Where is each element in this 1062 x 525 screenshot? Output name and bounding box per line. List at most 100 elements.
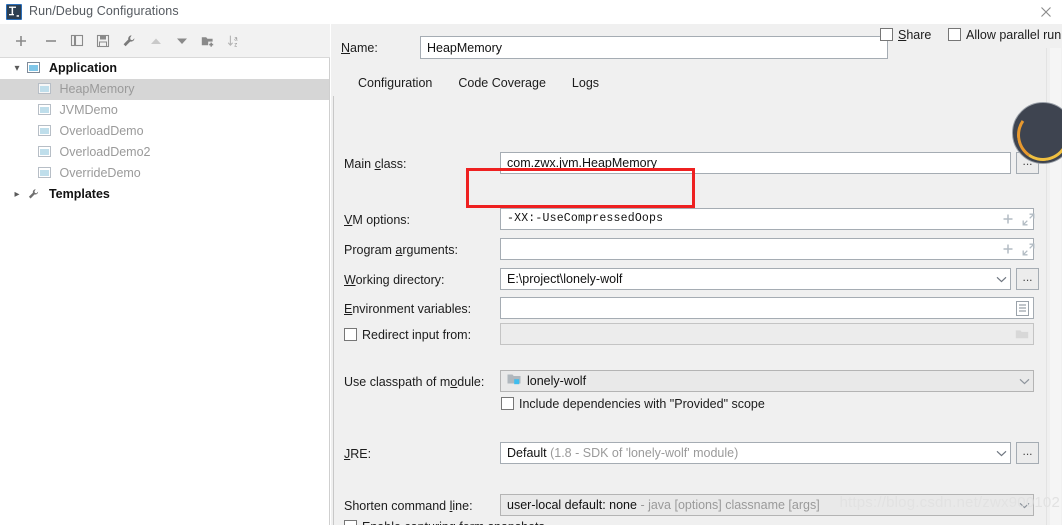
module-icon — [507, 371, 521, 391]
tree-item-overloaddemo[interactable]: OverloadDemo — [0, 121, 329, 142]
jre-chevron-down-icon[interactable] — [992, 443, 1010, 463]
classpath-module-value: lonely-wolf — [527, 371, 586, 391]
watermark: https://blog.csdn.net/zwx900102 — [839, 494, 1060, 511]
intellij-idea-icon — [6, 4, 22, 20]
environment-variables-label: Environment variables: — [344, 302, 471, 316]
close-icon[interactable] — [1036, 2, 1056, 22]
tree-item-templates[interactable]: ▸ Templates — [0, 184, 329, 205]
share-label: hare — [906, 28, 931, 42]
program-arguments-label: Program arguments: — [344, 243, 458, 257]
classpath-module-combo[interactable]: lonely-wolf — [500, 370, 1034, 392]
name-input[interactable] — [420, 36, 888, 59]
tree-item-label: OverrideDemo — [59, 166, 140, 180]
working-directory-browse-button[interactable]: ... — [1016, 268, 1039, 290]
chevron-down-icon[interactable]: ▾ — [10, 58, 24, 79]
main-class-label: Main class: — [344, 157, 407, 171]
tree-item-label: OverloadDemo — [59, 124, 143, 138]
dialog-title-bar: Run/Debug Configurations — [0, 0, 1062, 24]
checkbox-box[interactable] — [501, 397, 514, 410]
application-icon — [38, 104, 52, 116]
tree-item-label: Application — [49, 61, 117, 75]
application-icon — [38, 167, 52, 179]
tree-item-application[interactable]: ▾ Application — [0, 58, 329, 79]
jre-label: JRE: — [344, 447, 371, 461]
checkbox-box[interactable] — [344, 520, 357, 525]
edit-defaults-wrench-icon[interactable] — [119, 31, 139, 51]
redirect-input-checkbox[interactable]: Redirect input from: — [344, 328, 471, 342]
tree-item-jvmdemo[interactable]: JVMDemo — [0, 100, 329, 121]
form-snapshots-label: nable capturing form snapshots — [370, 520, 544, 525]
configuration-form: Main class: com.zwx.jvm.HeapMemory ... V… — [333, 96, 1040, 525]
vm-options-actions — [1002, 208, 1035, 230]
remove-configuration-button[interactable] — [41, 31, 61, 51]
program-arguments-actions — [1002, 238, 1035, 260]
jre-value-detail: (1.8 - SDK of 'lonely-wolf' module) — [550, 446, 738, 460]
create-folder-button[interactable] — [198, 31, 218, 51]
classpath-module-chevron-down-icon[interactable] — [1015, 371, 1033, 391]
move-up-button[interactable] — [146, 31, 166, 51]
move-down-button[interactable] — [172, 31, 192, 51]
working-directory-chevron-down-icon[interactable] — [992, 269, 1010, 289]
allow-parallel-run-checkbox[interactable]: Allow parallel run — [948, 28, 1061, 42]
environment-variables-editor-icon[interactable] — [1012, 298, 1032, 318]
tree-item-heapmemory[interactable]: HeapMemory — [0, 79, 329, 100]
jre-browse-button[interactable]: ... — [1016, 442, 1039, 464]
add-configuration-button[interactable] — [11, 31, 31, 51]
save-configuration-button[interactable] — [93, 31, 113, 51]
jre-combo[interactable]: Default (1.8 - SDK of 'lonely-wolf' modu… — [500, 442, 1011, 464]
shorten-command-line-label: Shorten command line: — [344, 499, 473, 513]
wrench-icon — [27, 188, 41, 200]
checkbox-box[interactable] — [880, 28, 893, 41]
include-provided-scope-label: Include dependencies with "Provided" sco… — [519, 397, 765, 411]
tree-item-label: Templates — [49, 187, 110, 201]
name-row: Name: — [341, 36, 1041, 60]
application-icon — [27, 62, 41, 74]
application-icon — [38, 83, 52, 95]
tree-item-label: HeapMemory — [59, 82, 134, 96]
configurations-tree[interactable]: ▾ Application HeapMemory JVMDemo Overloa… — [0, 58, 330, 525]
tree-item-overloaddemo2[interactable]: OverloadDemo2 — [0, 142, 329, 163]
allow-parallel-run-label: Allow parallel run — [966, 28, 1061, 42]
working-directory-label: Working directory: — [344, 273, 445, 287]
svg-text:z: z — [234, 42, 237, 48]
expand-editor-icon[interactable] — [1022, 243, 1035, 256]
add-macro-plus-icon[interactable] — [1002, 243, 1014, 255]
tab-code-coverage[interactable]: Code Coverage — [445, 70, 559, 96]
application-icon — [38, 125, 52, 137]
dialog-title: Run/Debug Configurations — [29, 4, 179, 18]
share-checkbox[interactable]: Share — [880, 28, 931, 42]
configurations-toolbar: a z — [0, 24, 330, 58]
main-class-input[interactable]: com.zwx.jvm.HeapMemory — [500, 152, 1011, 174]
redirect-input-field — [500, 323, 1034, 345]
tree-item-label: OverloadDemo2 — [59, 145, 150, 159]
include-provided-scope-checkbox[interactable]: Include dependencies with "Provided" sco… — [501, 397, 765, 411]
form-snapshots-checkbox[interactable]: Enable capturing form snapshots — [344, 520, 545, 525]
environment-variables-input[interactable] — [500, 297, 1034, 319]
add-macro-plus-icon[interactable] — [1002, 213, 1014, 225]
classpath-module-label: Use classpath of module: — [344, 375, 484, 389]
tab-logs[interactable]: Logs — [559, 70, 612, 96]
application-icon — [38, 146, 52, 158]
checkbox-box[interactable] — [344, 328, 357, 341]
program-arguments-input[interactable] — [500, 238, 1034, 260]
checkbox-box[interactable] — [948, 28, 961, 41]
editor-tabs: Configuration Code Coverage Logs — [345, 70, 612, 98]
jre-value: Default — [507, 446, 547, 460]
shorten-command-line-value: user-local default: none — [507, 498, 637, 512]
tree-item-label: JVMDemo — [59, 103, 117, 117]
copy-configuration-button[interactable] — [67, 31, 87, 51]
name-label: Name: — [341, 41, 378, 55]
redirect-input-folder-icon — [1012, 324, 1032, 344]
chevron-right-icon[interactable]: ▸ — [10, 184, 24, 205]
configuration-editor-panel: Name: Share Allow parallel run Configura… — [331, 24, 1062, 525]
vm-options-label: VM options: — [344, 213, 410, 227]
tab-configuration[interactable]: Configuration — [345, 70, 445, 96]
vm-options-input[interactable]: -XX:-UseCompressedOops — [500, 208, 1034, 230]
run-debug-configurations-dialog: Run/Debug Configurations — [0, 0, 1062, 525]
sort-configurations-button[interactable]: a z — [225, 31, 245, 51]
tree-item-overridedemo[interactable]: OverrideDemo — [0, 163, 329, 184]
redirect-input-label: Redirect input from: — [362, 328, 471, 342]
working-directory-input[interactable]: E:\project\lonely-wolf — [500, 268, 1011, 290]
expand-editor-icon[interactable] — [1022, 213, 1035, 226]
shorten-command-line-detail: - java [options] classname [args] — [640, 498, 819, 512]
